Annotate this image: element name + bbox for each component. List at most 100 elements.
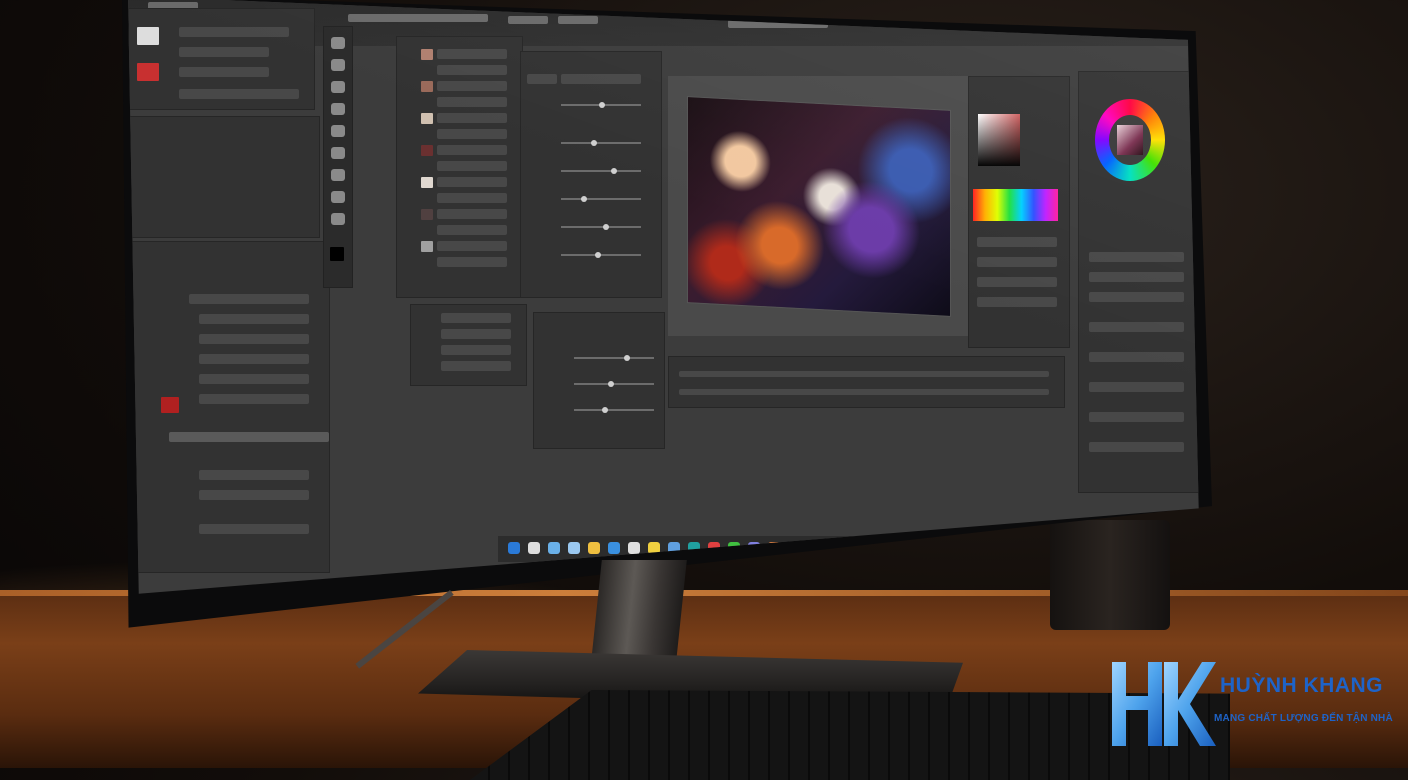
layer-row[interactable] <box>199 490 309 500</box>
panel-row[interactable] <box>1089 412 1184 422</box>
layer-row[interactable] <box>199 314 309 324</box>
panel-row[interactable] <box>179 27 289 37</box>
saturation-square[interactable] <box>1117 125 1143 155</box>
property-slider[interactable] <box>574 409 654 411</box>
color-spectrum-bar[interactable] <box>973 189 1058 221</box>
app-icon[interactable] <box>888 542 900 554</box>
panel-row[interactable] <box>1089 442 1184 452</box>
tools-panel <box>323 26 353 288</box>
panel-row[interactable] <box>179 67 269 77</box>
slider-knob[interactable] <box>581 196 587 202</box>
layer-row[interactable] <box>437 129 507 139</box>
color-panel-row[interactable] <box>977 277 1057 287</box>
marquee-tool-icon[interactable] <box>331 59 345 71</box>
lasso-tool-icon[interactable] <box>331 81 345 93</box>
property-slider[interactable] <box>574 383 654 385</box>
left-properties-panel <box>128 8 315 110</box>
layer-thumbnail <box>161 397 179 413</box>
menu-bar[interactable] <box>668 2 928 10</box>
layer-row[interactable] <box>437 225 507 235</box>
layer-row[interactable] <box>199 470 309 480</box>
layer-row[interactable] <box>441 313 511 323</box>
adjustment-slider[interactable] <box>561 254 641 256</box>
panel-row[interactable] <box>1089 292 1184 302</box>
start-icon[interactable] <box>508 542 520 554</box>
layer-row-selected[interactable] <box>169 432 329 442</box>
color-picker-field[interactable] <box>978 114 1020 166</box>
menu-bar-item[interactable] <box>558 16 598 24</box>
color-panel-row[interactable] <box>977 257 1057 267</box>
layer-row[interactable] <box>441 345 511 355</box>
slider-knob[interactable] <box>602 407 608 413</box>
layer-row[interactable] <box>437 209 507 219</box>
layer-row[interactable] <box>437 161 507 171</box>
layer-row[interactable] <box>437 241 507 251</box>
slider-knob[interactable] <box>603 224 609 230</box>
layer-thumbnail <box>421 113 433 124</box>
layer-row[interactable] <box>199 524 309 534</box>
panel-row[interactable] <box>1089 252 1184 262</box>
gradient-tool-icon[interactable] <box>331 169 345 181</box>
layer-row[interactable] <box>199 394 309 404</box>
slider-knob[interactable] <box>595 252 601 258</box>
pen-tool-icon[interactable] <box>331 191 345 203</box>
panel-row[interactable] <box>1089 322 1184 332</box>
panel-row[interactable] <box>1089 382 1184 392</box>
layer-row[interactable] <box>199 374 309 384</box>
color-panel-row[interactable] <box>977 237 1057 247</box>
layer-row[interactable] <box>441 361 511 371</box>
layer-row[interactable] <box>437 49 507 59</box>
layer-row[interactable] <box>437 97 507 107</box>
adjustment-slider[interactable] <box>561 170 641 172</box>
layer-row[interactable] <box>437 257 507 267</box>
timeline-track[interactable] <box>679 389 1049 395</box>
menu-bar-item[interactable] <box>348 14 488 22</box>
layer-row[interactable] <box>437 113 507 123</box>
slider-knob[interactable] <box>611 168 617 174</box>
swatch-white[interactable] <box>137 27 159 45</box>
app-icon[interactable] <box>608 542 620 554</box>
slider-knob[interactable] <box>591 140 597 146</box>
brush-tool-icon[interactable] <box>331 125 345 137</box>
search-icon[interactable] <box>528 542 540 554</box>
layer-row[interactable] <box>189 294 309 304</box>
layer-thumbnail <box>421 49 433 60</box>
move-tool-icon[interactable] <box>331 37 345 49</box>
panel-row[interactable] <box>179 47 269 57</box>
slider-knob[interactable] <box>608 381 614 387</box>
color-wheel-icon[interactable] <box>1095 99 1165 181</box>
menu-bar-item[interactable] <box>508 16 548 24</box>
foreground-color-swatch[interactable] <box>330 247 344 261</box>
swatch-red[interactable] <box>137 63 159 81</box>
folder-icon[interactable] <box>588 542 600 554</box>
panel-row[interactable] <box>1089 352 1184 362</box>
layer-row[interactable] <box>199 354 309 364</box>
slider-knob[interactable] <box>624 355 630 361</box>
color-panel-row[interactable] <box>977 297 1057 307</box>
timeline-panel <box>668 356 1065 408</box>
adjustment-dropdown[interactable] <box>561 74 641 84</box>
layer-row[interactable] <box>437 177 507 187</box>
app-icon[interactable] <box>628 542 640 554</box>
panel-row[interactable] <box>179 89 299 99</box>
layer-row[interactable] <box>441 329 511 339</box>
crop-tool-icon[interactable] <box>331 103 345 115</box>
layer-row[interactable] <box>437 65 507 75</box>
collage-artwork-canvas[interactable] <box>688 97 950 316</box>
layer-row[interactable] <box>199 334 309 344</box>
adjustment-slider[interactable] <box>561 142 641 144</box>
layer-row[interactable] <box>437 81 507 91</box>
panel-row[interactable] <box>1089 272 1184 282</box>
slider-knob[interactable] <box>599 102 605 108</box>
layer-row[interactable] <box>437 145 507 155</box>
layer-row[interactable] <box>437 193 507 203</box>
app-icon[interactable] <box>548 542 560 554</box>
eraser-tool-icon[interactable] <box>331 147 345 159</box>
type-tool-icon[interactable] <box>331 213 345 225</box>
app-icon[interactable] <box>568 542 580 554</box>
adjustment-slider[interactable] <box>561 226 641 228</box>
layers-list-panel <box>396 36 523 298</box>
timeline-track[interactable] <box>679 371 1049 377</box>
adjustment-slider[interactable] <box>561 198 641 200</box>
property-slider[interactable] <box>574 357 654 359</box>
